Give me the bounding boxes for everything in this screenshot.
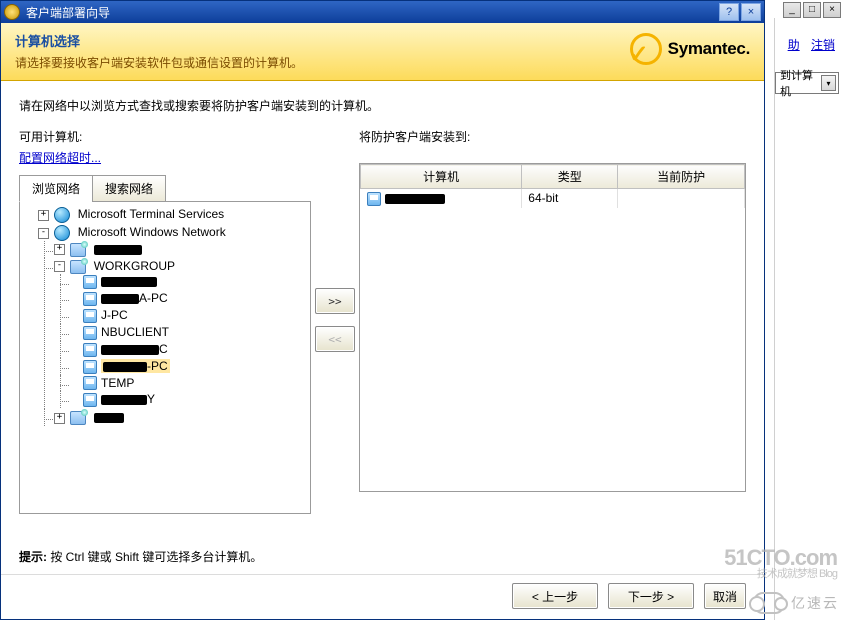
remove-button[interactable]: <<: [315, 326, 355, 352]
bg-logout-link[interactable]: 注销: [811, 38, 835, 52]
tree-label: Microsoft Terminal Services: [78, 207, 224, 221]
window-title: 客户端部署向导: [26, 4, 717, 21]
configure-timeout-link[interactable]: 配置网络超时...: [19, 149, 101, 166]
computer-icon: [83, 343, 97, 357]
redacted-text: [94, 413, 124, 423]
col-header-computer[interactable]: 计算机: [361, 165, 522, 189]
chevron-down-icon: ▾: [821, 75, 836, 91]
tree-label: TEMP: [101, 376, 134, 390]
computer-icon: [367, 192, 381, 206]
bg-scope-combo-text: 到计算机: [780, 67, 821, 99]
tree-node-pc[interactable]: TEMP: [70, 375, 308, 392]
bg-help-link[interactable]: 助: [788, 38, 800, 52]
cell-protection: [618, 189, 745, 208]
selected-computers-grid[interactable]: 计算机 类型 当前防护 64-bit: [359, 163, 746, 492]
available-computers-label: 可用计算机:: [19, 128, 311, 145]
brand-logo: Symantec.: [630, 33, 750, 65]
bg-close-button[interactable]: ×: [823, 2, 841, 18]
redacted-text: [101, 345, 159, 355]
computer-icon: [83, 275, 97, 289]
next-button[interactable]: 下一步 >: [608, 583, 694, 609]
redacted-text: [385, 194, 445, 204]
tree-node-domain-2[interactable]: +: [54, 409, 308, 426]
tree-label: NBUCLIENT: [101, 325, 169, 339]
globe-icon: [54, 207, 70, 223]
globe-icon: [54, 225, 70, 241]
bg-minimize-button[interactable]: _: [783, 2, 801, 18]
hint-text: 提示: 按 Ctrl 键或 Shift 键可选择多台计算机。: [19, 548, 262, 565]
tree-node-pc[interactable]: [70, 274, 308, 291]
background-panel: [774, 18, 845, 620]
wizard-banner: 计算机选择 请选择要接收客户端安装软件包或通信设置的计算机。 Symantec.: [1, 23, 764, 81]
tree-node-windows-network[interactable]: - Microsoft Windows Network +: [38, 224, 308, 427]
symantec-check-icon: [630, 33, 662, 65]
redacted-text: [101, 395, 147, 405]
col-header-protection[interactable]: 当前防护: [618, 165, 745, 189]
redacted-text: [101, 294, 139, 304]
collapse-icon[interactable]: -: [38, 228, 49, 239]
tree-node-pc[interactable]: Y: [70, 391, 308, 408]
redacted-text: [94, 245, 142, 255]
computer-icon: [83, 393, 97, 407]
workgroup-icon: [70, 243, 86, 257]
brand-text: Symantec.: [668, 39, 750, 59]
computer-icon: [83, 360, 97, 374]
expand-icon[interactable]: +: [38, 210, 49, 221]
tab-browse-network[interactable]: 浏览网络: [19, 175, 93, 202]
computer-icon: [83, 309, 97, 323]
computer-icon: [83, 292, 97, 306]
bg-maximize-button[interactable]: □: [803, 2, 821, 18]
tree-node-pc[interactable]: A-PC: [70, 290, 308, 307]
tree-label: A-PC: [139, 291, 168, 305]
workgroup-icon: [70, 260, 86, 274]
cloud-icon: [753, 592, 785, 614]
titlebar: 客户端部署向导 ? ×: [1, 1, 764, 23]
tree-label: Microsoft Windows Network: [78, 225, 226, 239]
computer-icon: [83, 326, 97, 340]
tree-label: -PC: [147, 359, 168, 373]
bg-scope-combo[interactable]: 到计算机 ▾: [775, 72, 839, 94]
tree-label: J-PC: [101, 308, 128, 322]
close-button[interactable]: ×: [741, 3, 761, 21]
install-to-label: 将防护客户端安装到:: [359, 128, 746, 145]
tree-node-pc[interactable]: C: [70, 341, 308, 358]
app-icon: [4, 4, 20, 20]
watermark-51cto: 51CTO.com 技术成就梦想 Blog: [724, 547, 837, 580]
expand-icon[interactable]: +: [54, 244, 65, 255]
back-button[interactable]: < 上一步: [512, 583, 598, 609]
watermark-yisu: 亿速云: [753, 592, 839, 614]
collapse-icon[interactable]: -: [54, 261, 65, 272]
expand-icon[interactable]: +: [54, 413, 65, 424]
redacted-text: [101, 277, 157, 287]
col-header-type[interactable]: 类型: [522, 165, 618, 189]
computer-icon: [83, 376, 97, 390]
cell-type: 64-bit: [522, 189, 618, 208]
separator: [1, 574, 764, 575]
help-button[interactable]: ?: [719, 3, 739, 21]
tree-node-pc-selected[interactable]: -PC: [70, 358, 308, 375]
tree-node-domain-1[interactable]: +: [54, 241, 308, 258]
tree-label: WORKGROUP: [94, 259, 175, 273]
table-row[interactable]: 64-bit: [361, 189, 745, 208]
tab-search-network[interactable]: 搜索网络: [92, 175, 166, 202]
network-tree[interactable]: + Microsoft Terminal Services - Microsof…: [19, 201, 311, 514]
tree-node-workgroup[interactable]: - WORKGROUP A-PC J-PC NBUCLIENT: [54, 258, 308, 409]
add-button[interactable]: >>: [315, 288, 355, 314]
workgroup-icon: [70, 411, 86, 425]
client-deploy-wizard-dialog: 客户端部署向导 ? × 计算机选择 请选择要接收客户端安装软件包或通信设置的计算…: [0, 0, 765, 620]
tree-node-pc[interactable]: NBUCLIENT: [70, 324, 308, 341]
tree-node-terminal-services[interactable]: + Microsoft Terminal Services: [38, 206, 308, 224]
cancel-button[interactable]: 取消: [704, 583, 746, 609]
instruction-text: 请在网络中以浏览方式查找或搜索要将防护客户端安装到的计算机。: [19, 97, 746, 114]
tree-node-pc[interactable]: J-PC: [70, 307, 308, 324]
redacted-text: [103, 362, 147, 372]
